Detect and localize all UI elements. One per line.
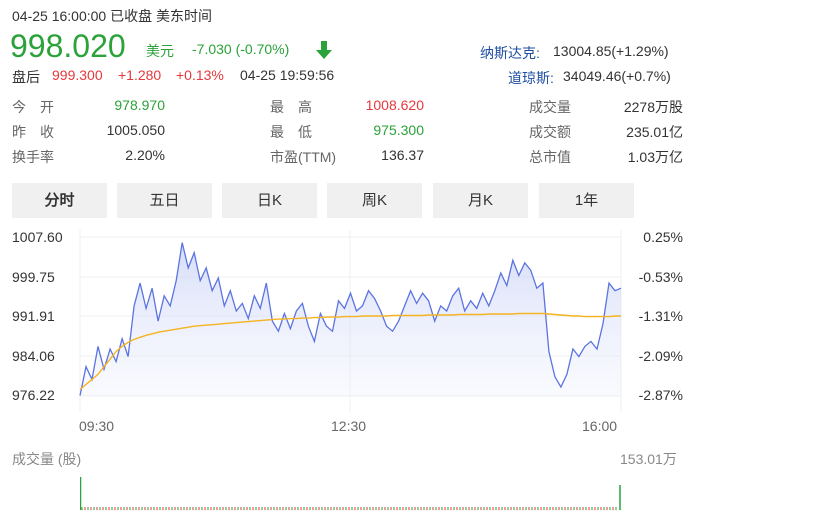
- volume-max-label: 153.01万: [620, 451, 677, 467]
- volume-title: 成交量 (股): [12, 451, 82, 467]
- volume-chart: [80, 477, 622, 511]
- intraday-chart: [79, 230, 622, 412]
